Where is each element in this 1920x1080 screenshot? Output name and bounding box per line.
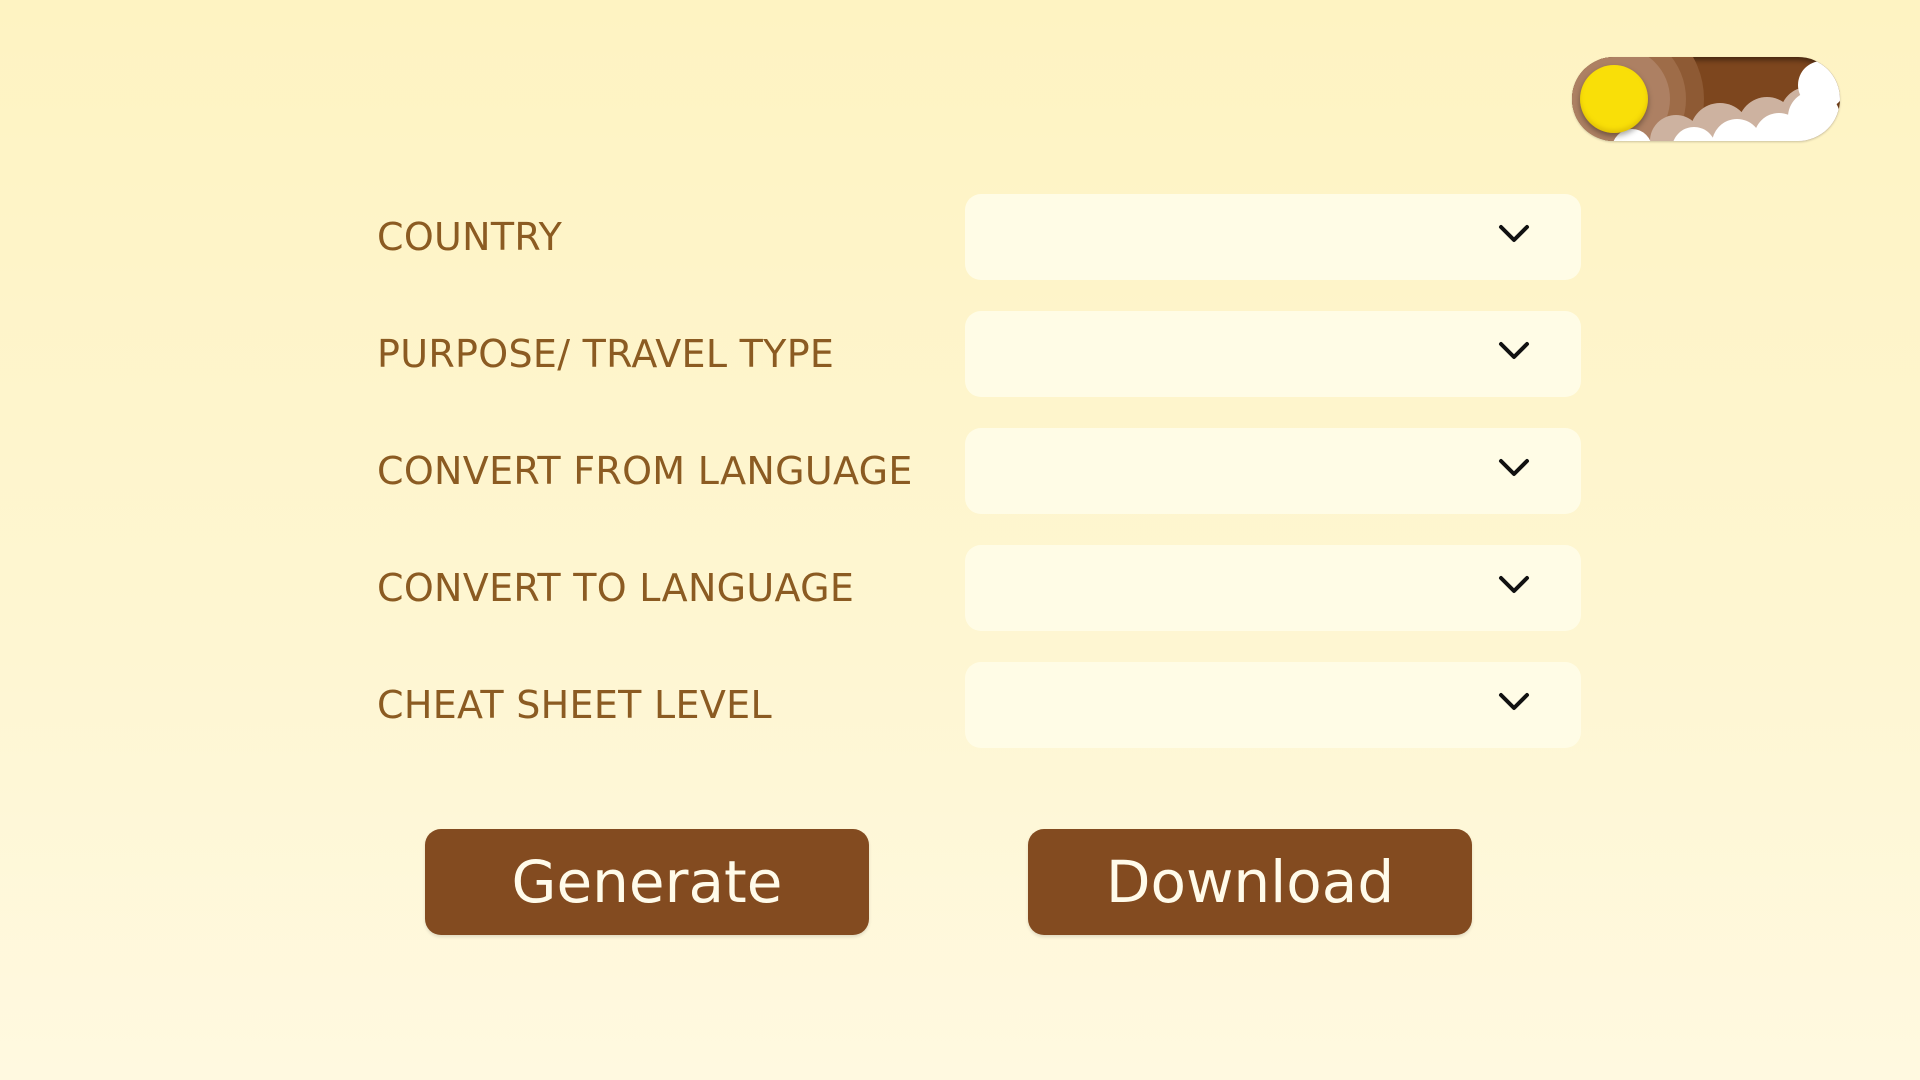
chevron-down-icon: [1499, 576, 1529, 593]
purpose-label: PURPOSE/ TRAVEL TYPE: [377, 332, 835, 376]
cheat-sheet-level-label: CHEAT SHEET LEVEL: [377, 683, 772, 727]
theme-toggle-switch[interactable]: [1572, 57, 1840, 141]
from-language-select[interactable]: [965, 428, 1581, 514]
from-language-label: CONVERT FROM LANGUAGE: [377, 449, 913, 493]
to-language-select[interactable]: [965, 545, 1581, 631]
cloud-icon: [1798, 61, 1840, 109]
sun-icon: [1580, 65, 1648, 133]
from-language-row: CONVERT FROM LANGUAGE: [0, 428, 1920, 514]
country-label: COUNTRY: [377, 215, 563, 259]
chevron-down-icon: [1499, 342, 1529, 359]
to-language-row: CONVERT TO LANGUAGE: [0, 545, 1920, 631]
country-row: COUNTRY: [0, 194, 1920, 280]
generate-button[interactable]: Generate: [425, 829, 869, 935]
country-select[interactable]: [965, 194, 1581, 280]
purpose-row: PURPOSE/ TRAVEL TYPE: [0, 311, 1920, 397]
chevron-down-icon: [1499, 693, 1529, 710]
chevron-down-icon: [1499, 459, 1529, 476]
download-button[interactable]: Download: [1028, 829, 1472, 935]
to-language-label: CONVERT TO LANGUAGE: [377, 566, 855, 610]
chevron-down-icon: [1499, 225, 1529, 242]
cheat-sheet-level-select[interactable]: [965, 662, 1581, 748]
purpose-select[interactable]: [965, 311, 1581, 397]
cheat-sheet-level-row: CHEAT SHEET LEVEL: [0, 662, 1920, 748]
